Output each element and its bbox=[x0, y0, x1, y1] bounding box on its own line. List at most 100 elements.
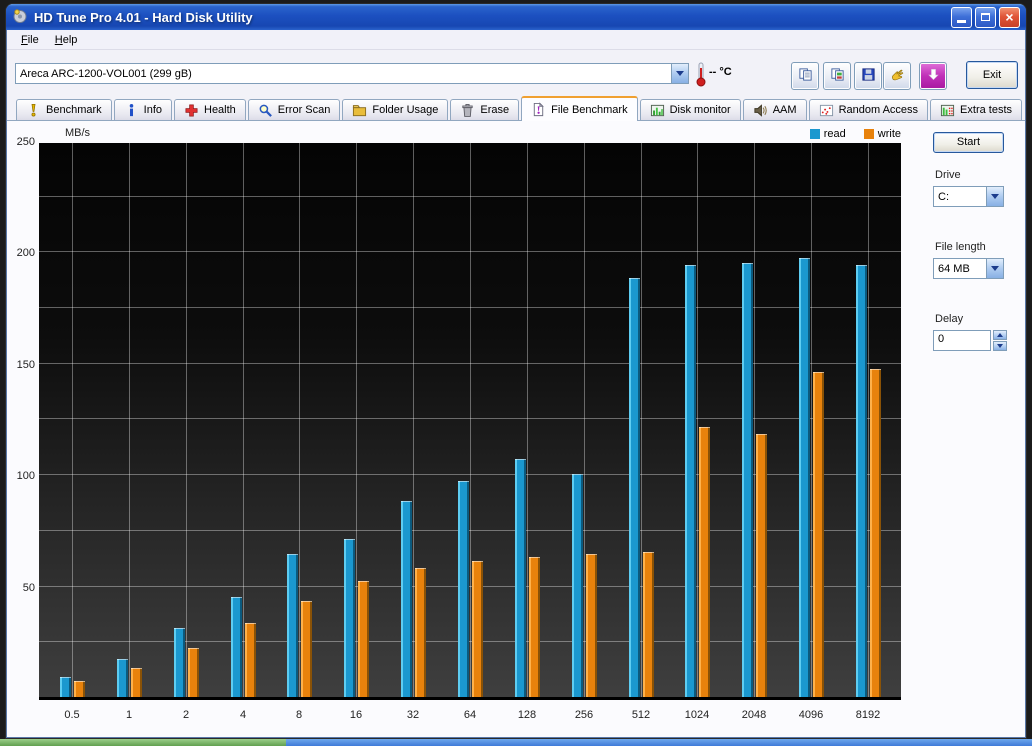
write-bar bbox=[643, 552, 654, 697]
target-drive-value: C: bbox=[934, 191, 986, 203]
tab-disk-monitor[interactable]: Disk monitor bbox=[640, 99, 741, 120]
write-bar bbox=[358, 581, 369, 697]
write-bar bbox=[699, 427, 710, 697]
thermometer-icon bbox=[694, 61, 708, 90]
write-swatch-icon bbox=[864, 129, 874, 139]
chevron-down-icon[interactable] bbox=[986, 187, 1003, 206]
menu-bar: FileHelp bbox=[7, 30, 1025, 50]
tab-label: Health bbox=[204, 104, 236, 116]
gridline-vertical bbox=[470, 143, 471, 697]
tab-folder-usage[interactable]: Folder Usage bbox=[342, 99, 448, 120]
chevron-down-icon[interactable] bbox=[986, 259, 1003, 278]
tab-random-access[interactable]: Random Access bbox=[809, 99, 928, 120]
health-cross-icon bbox=[184, 103, 199, 118]
gridline-vertical bbox=[413, 143, 414, 697]
gridline-vertical bbox=[697, 143, 698, 697]
close-icon: × bbox=[1005, 10, 1013, 24]
read-bar bbox=[856, 265, 867, 697]
x-tick-label: 2048 bbox=[724, 709, 784, 721]
menu-item-help[interactable]: Help bbox=[47, 32, 86, 48]
tab-label: Error Scan bbox=[278, 104, 331, 116]
info-icon bbox=[124, 103, 139, 118]
x-tick-label: 4096 bbox=[781, 709, 841, 721]
download-button[interactable] bbox=[919, 62, 947, 90]
spin-up-button[interactable] bbox=[993, 330, 1007, 340]
taskbar-start-segment[interactable] bbox=[0, 739, 286, 746]
read-bar bbox=[344, 539, 355, 697]
temperature-readout: -- °C bbox=[709, 66, 732, 78]
read-bar bbox=[174, 628, 185, 697]
target-drive-combo[interactable]: C: bbox=[933, 186, 1004, 207]
tab-error-scan[interactable]: Error Scan bbox=[248, 99, 341, 120]
app-window: HD Tune Pro 4.01 - Hard Disk Utility × F… bbox=[6, 4, 1026, 738]
restore-button[interactable] bbox=[975, 7, 996, 28]
drive-label: Drive bbox=[935, 169, 961, 181]
delay-input[interactable]: 0 bbox=[933, 330, 991, 351]
file-length-value: 64 MB bbox=[934, 263, 986, 275]
speaker-icon bbox=[753, 103, 768, 118]
benchmark-chart-plot bbox=[39, 143, 901, 700]
write-bar bbox=[188, 648, 199, 697]
x-tick-label: 128 bbox=[497, 709, 557, 721]
tab-file-benchmark[interactable]: File Benchmark bbox=[521, 96, 637, 121]
tab-aam[interactable]: AAM bbox=[743, 99, 807, 120]
write-bar bbox=[870, 369, 881, 697]
scatter-icon bbox=[819, 103, 834, 118]
file-length-combo[interactable]: 64 MB bbox=[933, 258, 1004, 279]
copy-text-icon bbox=[798, 67, 813, 85]
save-button[interactable] bbox=[854, 62, 882, 90]
x-tick-label: 4 bbox=[213, 709, 273, 721]
taskbar[interactable] bbox=[0, 739, 1032, 746]
file-exclaim-icon bbox=[531, 102, 546, 117]
read-bar bbox=[60, 677, 71, 697]
y-tick-label: 100 bbox=[7, 470, 35, 482]
gauge-icon bbox=[26, 103, 41, 118]
read-bar bbox=[629, 278, 640, 697]
tab-erase[interactable]: Erase bbox=[450, 99, 519, 120]
write-bar bbox=[415, 568, 426, 697]
exit-button[interactable]: Exit bbox=[966, 61, 1018, 89]
delay-stepper bbox=[993, 330, 1007, 351]
write-bar bbox=[74, 681, 85, 697]
gridline-vertical bbox=[356, 143, 357, 697]
tab-info[interactable]: Info bbox=[114, 99, 172, 120]
hand-icon bbox=[890, 67, 905, 85]
tab-health[interactable]: Health bbox=[174, 99, 246, 120]
tab-benchmark[interactable]: Benchmark bbox=[16, 99, 112, 120]
file-length-label: File length bbox=[935, 241, 986, 253]
spin-down-button[interactable] bbox=[993, 341, 1007, 351]
x-tick-label: 1024 bbox=[667, 709, 727, 721]
menu-item-file[interactable]: File bbox=[13, 32, 47, 48]
drive-select-combo[interactable]: Areca ARC-1200-VOL001 (299 gB) bbox=[15, 63, 689, 84]
delay-label: Delay bbox=[935, 313, 963, 325]
x-tick-label: 16 bbox=[326, 709, 386, 721]
read-bar bbox=[799, 258, 810, 697]
tab-label: Erase bbox=[480, 104, 509, 116]
write-bar bbox=[301, 601, 312, 697]
write-bar bbox=[472, 561, 483, 697]
tab-label: File Benchmark bbox=[551, 104, 627, 116]
tab-label: Info bbox=[144, 104, 162, 116]
y-tick-label: 200 bbox=[7, 247, 35, 259]
x-tick-label: 8192 bbox=[838, 709, 898, 721]
gridline-vertical bbox=[527, 143, 528, 697]
write-bar bbox=[529, 557, 540, 697]
restore-icon bbox=[981, 13, 990, 21]
copy-image-button[interactable] bbox=[823, 62, 851, 90]
copy-text-button[interactable] bbox=[791, 62, 819, 90]
write-bar bbox=[245, 623, 256, 697]
trash-icon bbox=[460, 103, 475, 118]
options-button[interactable] bbox=[883, 62, 911, 90]
chevron-down-icon[interactable] bbox=[671, 64, 688, 83]
file-benchmark-panel: MB/s readwrite 25020015010050 0.51248163… bbox=[7, 121, 1025, 737]
start-button[interactable]: Start bbox=[933, 132, 1004, 153]
folder-icon bbox=[352, 103, 367, 118]
tab-strip: Benchmark Info Health Error Scan Folder Usag… bbox=[7, 96, 1025, 121]
legend-item-read: read bbox=[810, 128, 846, 140]
tab-extra-tests[interactable]: Extra tests bbox=[930, 99, 1022, 120]
minimize-button[interactable] bbox=[951, 7, 972, 28]
title-bar: HD Tune Pro 4.01 - Hard Disk Utility × bbox=[6, 4, 1026, 30]
close-button[interactable]: × bbox=[999, 7, 1020, 28]
tab-label: Random Access bbox=[839, 104, 918, 116]
extra-tests-icon bbox=[940, 103, 955, 118]
